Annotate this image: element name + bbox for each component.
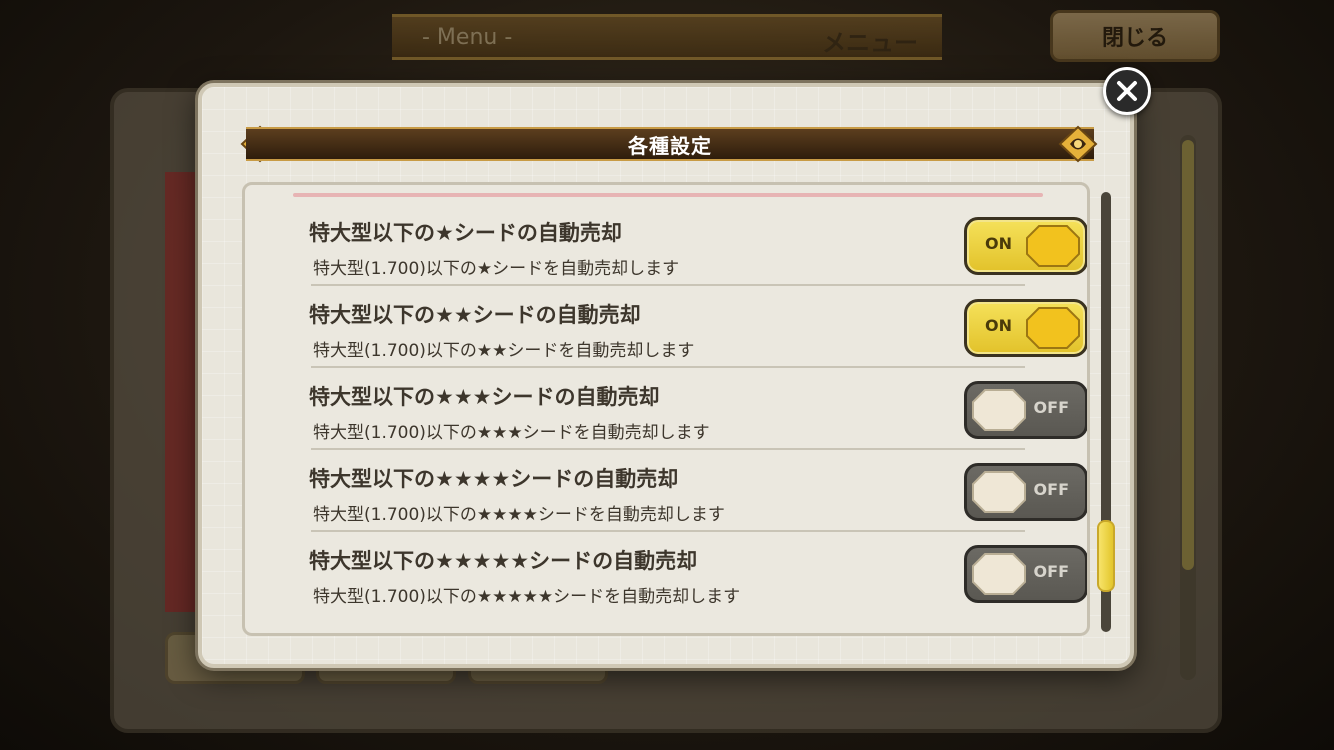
toggle-knob-icon: [1026, 307, 1080, 349]
menu-header-en: - Menu -: [422, 25, 513, 50]
toggle-state-label: OFF: [1033, 398, 1069, 417]
toggle-knob-icon: [1026, 225, 1080, 267]
game-screen: - Menu - メニュー 閉じる 各種設定 特大型以下の★シードの自動売却 特…: [0, 0, 1334, 750]
setting-row: 特大型以下の★★★シードの自動売却 特大型(1.700)以下の★★★シードを自動…: [309, 371, 1087, 453]
setting-description: 特大型(1.700)以下の★シードを自動売却します: [313, 259, 680, 279]
setting-description: 特大型(1.700)以下の★★シードを自動売却します: [313, 341, 695, 361]
menu-close-label: 閉じる: [1101, 26, 1168, 51]
setting-description: 特大型(1.700)以下の★★★★★シードを自動売却します: [313, 587, 741, 607]
toggle-state-label: ON: [985, 316, 1012, 335]
toggle-state-label: ON: [985, 234, 1012, 253]
setting-title: 特大型以下の★★★★シードの自動売却: [309, 467, 679, 491]
dialog-title-bar: 各種設定: [246, 127, 1094, 161]
auto-sell-toggle[interactable]: OFF: [964, 545, 1087, 603]
settings-scroll-thumb[interactable]: [1097, 520, 1115, 592]
setting-description: 特大型(1.700)以下の★★★シードを自動売却します: [313, 423, 710, 443]
setting-title: 特大型以下の★★★★★シードの自動売却: [309, 549, 698, 573]
setting-title: 特大型以下の★シードの自動売却: [309, 221, 622, 245]
setting-row: 特大型以下の★シードの自動売却 特大型(1.700)以下の★シードを自動売却しま…: [309, 207, 1087, 289]
auto-sell-toggle[interactable]: ON: [964, 299, 1087, 357]
row-divider: [311, 448, 1025, 450]
toggle-knob-icon: [972, 471, 1026, 513]
setting-row: 特大型以下の★★シードの自動売却 特大型(1.700)以下の★★シードを自動売却…: [309, 289, 1087, 371]
toggle-state-label: OFF: [1033, 480, 1069, 499]
row-divider: [311, 530, 1025, 532]
auto-sell-toggle[interactable]: ON: [964, 217, 1087, 275]
menu-close-button: 閉じる: [1050, 10, 1220, 62]
menu-header: - Menu - メニュー: [392, 14, 942, 60]
toggle-state-label: OFF: [1033, 562, 1069, 581]
auto-sell-toggle[interactable]: OFF: [964, 463, 1087, 521]
settings-list[interactable]: 特大型以下の★シードの自動売却 特大型(1.700)以下の★シードを自動売却しま…: [242, 182, 1090, 636]
background-scroll-thumb: [1182, 140, 1194, 570]
setting-description: 特大型(1.700)以下の★★★★シードを自動売却します: [313, 505, 725, 525]
dialog-title: 各種設定: [628, 133, 712, 158]
close-icon: [1117, 81, 1137, 101]
setting-title: 特大型以下の★★シードの自動売却: [309, 303, 641, 327]
toggle-knob-icon: [972, 389, 1026, 431]
title-ornament-right-icon: [1058, 125, 1098, 163]
row-divider: [311, 366, 1025, 368]
setting-title: 特大型以下の★★★シードの自動売却: [309, 385, 660, 409]
setting-row: 特大型以下の★★★★シードの自動売却 特大型(1.700)以下の★★★★シードを…: [309, 453, 1087, 535]
row-divider: [311, 284, 1025, 286]
toggle-knob-icon: [972, 553, 1026, 595]
list-top-divider: [293, 193, 1043, 197]
auto-sell-toggle[interactable]: OFF: [964, 381, 1087, 439]
menu-header-jp: メニュー: [822, 29, 918, 57]
setting-row: 特大型以下の★★★★★シードの自動売却 特大型(1.700)以下の★★★★★シー…: [309, 535, 1087, 617]
dialog-close-button[interactable]: [1103, 67, 1151, 115]
